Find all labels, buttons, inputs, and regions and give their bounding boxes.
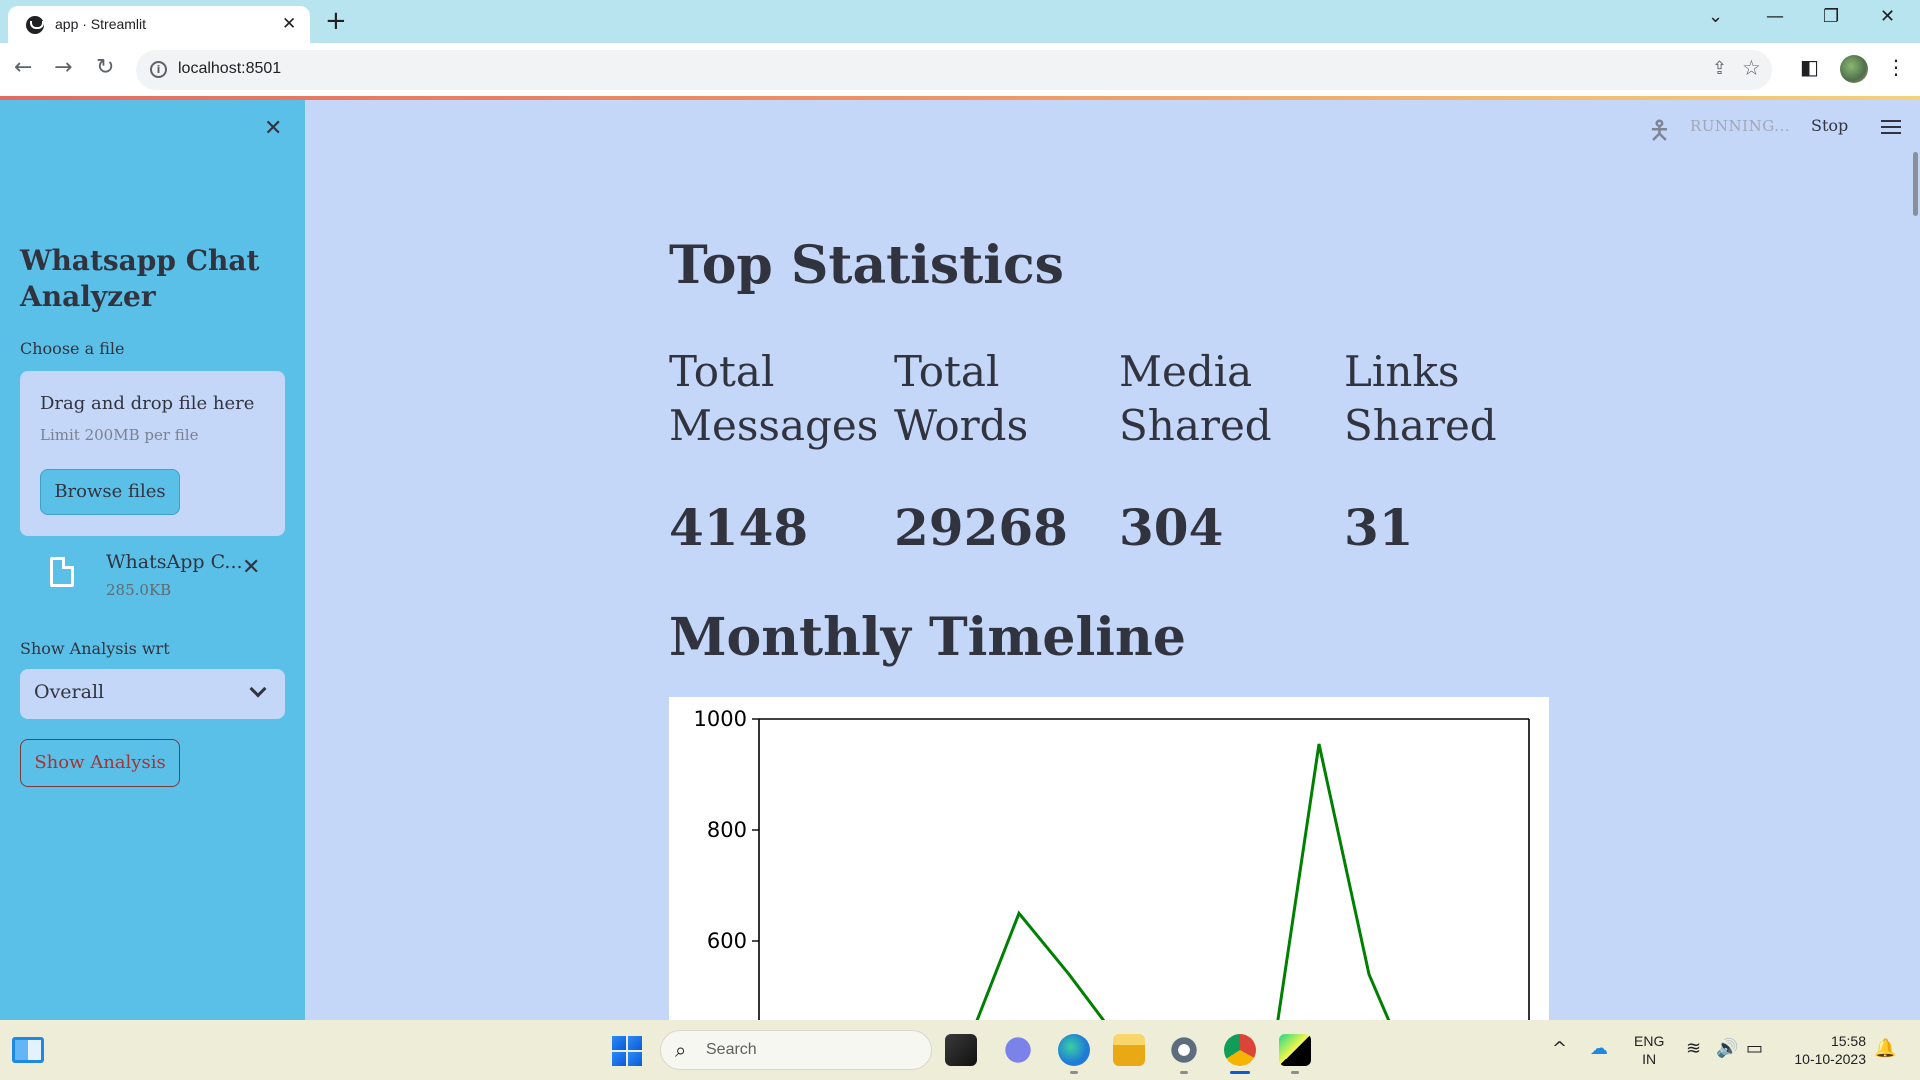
hamburger-menu-icon[interactable] <box>1881 120 1901 134</box>
running-person-icon: 🯅 <box>1648 116 1671 146</box>
analysis-user-select[interactable]: Overall <box>20 669 285 719</box>
reload-icon[interactable]: ↻ <box>96 55 114 80</box>
tab-title: app · Streamlit <box>55 16 147 32</box>
browser-tab[interactable]: app · Streamlit ✕ <box>8 6 310 43</box>
start-logo-quadrant <box>612 1036 626 1050</box>
widgets-icon[interactable] <box>12 1037 44 1063</box>
file-uploader-label: Choose a file <box>20 339 125 358</box>
uploaded-file: WhatsApp C... 285.0KB ✕ <box>20 547 285 607</box>
chart-series-line <box>975 743 1391 1020</box>
sidebar-close-icon[interactable]: ✕ <box>264 116 282 141</box>
language-region: IN <box>1642 1051 1657 1067</box>
uploaded-file-size: 285.0KB <box>106 581 172 599</box>
pycharm-running-dot <box>1291 1071 1299 1074</box>
chrome-icon[interactable] <box>1224 1034 1256 1066</box>
chart-y-tick-label: 600 <box>707 929 747 953</box>
side-panel-icon[interactable]: ◧ <box>1800 55 1819 79</box>
file-explorer-icon[interactable] <box>1113 1034 1145 1066</box>
show-analysis-button[interactable]: Show Analysis <box>20 739 180 787</box>
task-view-icon[interactable] <box>945 1034 977 1066</box>
metric-value-media-shared: 304 <box>1119 498 1224 557</box>
dropzone-title: Drag and drop file here <box>40 393 255 414</box>
start-button[interactable] <box>612 1036 642 1066</box>
address-bar[interactable]: i localhost:8501 ⇪ ☆ <box>136 50 1772 90</box>
back-icon[interactable]: ← <box>14 55 32 80</box>
search-placeholder: Search <box>706 1041 757 1058</box>
restore-icon[interactable]: ❐ <box>1823 6 1839 27</box>
forward-icon[interactable]: → <box>54 55 72 80</box>
browser-toolbar: ← → ↻ i localhost:8501 ⇪ ☆ ◧ ⋮ <box>0 43 1920 96</box>
profile-avatar[interactable] <box>1840 55 1868 83</box>
start-logo-quadrant <box>628 1052 642 1066</box>
battery-icon[interactable]: ▭ <box>1746 1038 1763 1059</box>
chevron-down-icon <box>249 680 267 698</box>
settings-running-dot <box>1180 1071 1188 1074</box>
top-statistics-heading: Top Statistics <box>669 235 1064 296</box>
settings-gear-icon[interactable] <box>1168 1034 1200 1066</box>
edge-icon[interactable] <box>1058 1034 1090 1066</box>
select-value: Overall <box>34 681 105 703</box>
stop-button[interactable]: Stop <box>1811 116 1848 135</box>
remove-file-icon[interactable]: ✕ <box>242 555 260 580</box>
site-info-icon[interactable]: i <box>150 61 167 78</box>
running-status: RUNNING... <box>1690 117 1790 135</box>
onedrive-cloud-icon[interactable]: ☁ <box>1590 1038 1608 1059</box>
language-code: ENG <box>1634 1033 1665 1049</box>
chrome-active-indicator <box>1230 1071 1250 1074</box>
monthly-timeline-heading: Monthly Timeline <box>669 607 1186 668</box>
file-dropzone[interactable]: Drag and drop file here Limit 200MB per … <box>20 371 285 536</box>
monthly-timeline-chart: 600 800 1000 <box>669 697 1549 1020</box>
new-tab-icon[interactable]: + <box>325 6 347 36</box>
window-close-icon[interactable]: ✕ <box>1880 6 1895 27</box>
metric-value-total-words: 29268 <box>894 498 1068 557</box>
metric-value-total-messages: 4148 <box>669 498 809 557</box>
metric-label-links-shared: Links Shared <box>1344 347 1497 450</box>
pycharm-icon[interactable] <box>1279 1034 1311 1066</box>
share-icon[interactable]: ⇪ <box>1712 58 1727 79</box>
browser-menu-icon[interactable]: ⋮ <box>1886 55 1906 79</box>
metric-label-total-words: Total Words <box>894 347 1029 450</box>
clock-date: 10-10-2023 <box>1794 1051 1866 1067</box>
teams-chat-icon[interactable] <box>1002 1034 1034 1066</box>
main-content: 🯅 RUNNING... Stop Top Statistics Total M… <box>305 100 1920 1020</box>
chart-y-tick-label: 1000 <box>694 707 747 731</box>
dropzone-limit: Limit 200MB per file <box>40 426 199 444</box>
search-icon: ⌕ <box>675 1038 687 1062</box>
streamlit-favicon-icon <box>26 16 44 34</box>
uploaded-file-name: WhatsApp C... <box>106 551 243 573</box>
chart-y-tick-label: 800 <box>707 818 747 842</box>
start-logo-quadrant <box>612 1052 626 1066</box>
scrollbar-thumb[interactable] <box>1913 152 1918 216</box>
start-logo-quadrant <box>628 1036 642 1050</box>
tab-search-chevron-icon[interactable]: ⌄ <box>1708 6 1723 27</box>
wifi-icon[interactable]: ≋ <box>1686 1038 1701 1059</box>
metric-label-media-shared: Media Shared <box>1119 347 1272 450</box>
metric-value-links-shared: 31 <box>1344 498 1414 557</box>
browse-files-button[interactable]: Browse files <box>40 469 180 515</box>
windows-taskbar: ⌕ Search ^ ☁ ENG IN ≋ 🔊 ▭ 15:58 10-10-20… <box>0 1020 1920 1080</box>
bookmark-star-icon[interactable]: ☆ <box>1742 56 1761 80</box>
sidebar: ✕ Whatsapp Chat Analyzer Choose a file D… <box>0 100 305 1020</box>
file-icon <box>50 557 74 587</box>
browser-tab-strip: app · Streamlit ✕ + ⌄ — ❐ ✕ <box>0 0 1920 43</box>
volume-icon[interactable]: 🔊 <box>1716 1038 1738 1059</box>
edge-running-dot <box>1070 1071 1078 1074</box>
minimize-icon[interactable]: — <box>1766 6 1784 27</box>
sidebar-title: Whatsapp Chat Analyzer <box>20 244 260 313</box>
metric-label-total-messages: Total Messages <box>669 347 879 450</box>
system-clock[interactable]: 15:58 10-10-2023 <box>1786 1032 1866 1068</box>
chart-svg: 600 800 1000 <box>694 707 1530 1020</box>
clock-time: 15:58 <box>1830 1033 1866 1049</box>
url-text: localhost:8501 <box>178 60 282 77</box>
language-indicator[interactable]: ENG IN <box>1634 1032 1664 1068</box>
notifications-icon[interactable]: 🔔 <box>1874 1038 1896 1059</box>
tab-close-icon[interactable]: ✕ <box>282 14 296 34</box>
show-hidden-icons-icon[interactable]: ^ <box>1552 1038 1567 1059</box>
taskbar-search[interactable]: ⌕ Search <box>660 1030 932 1070</box>
analysis-select-label: Show Analysis wrt <box>20 639 170 658</box>
